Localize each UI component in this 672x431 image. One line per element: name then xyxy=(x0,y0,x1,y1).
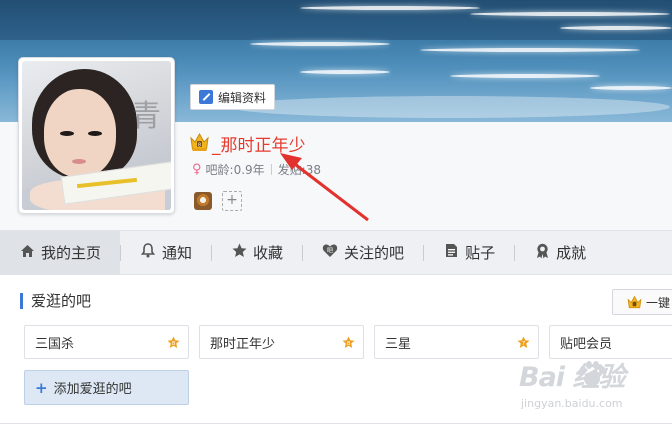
tab-posts-label: 贴子 xyxy=(465,244,496,262)
tab-my-home-label: 我的主页 xyxy=(41,244,102,262)
watermark-brand: Bai 经验 xyxy=(519,362,625,393)
crown-icon: 8 xyxy=(190,132,209,151)
document-icon xyxy=(443,243,459,262)
heart-bar-icon: 吧 xyxy=(322,243,338,262)
favorite-bar-item[interactable]: 三国杀 8 xyxy=(24,325,189,359)
svg-text:7: 7 xyxy=(522,341,526,347)
bell-icon xyxy=(140,243,156,262)
tab-notifications-label: 通知 xyxy=(162,244,193,262)
tab-favorites-label: 收藏 xyxy=(253,244,284,262)
tab-notifications[interactable]: 通知 xyxy=(121,231,211,274)
watermark: Bai 经验 jingyan.baidu.com xyxy=(519,355,669,417)
edit-profile-label: 编辑资料 xyxy=(218,90,267,105)
tab-followed-bars[interactable]: 吧 关注的吧 xyxy=(303,231,423,274)
tab-achievements[interactable]: 成就 xyxy=(515,231,605,274)
add-medal-icon[interactable]: + xyxy=(222,191,242,211)
avatar-brush-char: 青 xyxy=(131,99,161,134)
favorite-bar-name: 贴吧会员 xyxy=(560,336,613,352)
one-key-sign-button[interactable]: 一键 xyxy=(612,289,672,315)
favorite-bar-item[interactable]: 贴吧会员 xyxy=(549,325,672,359)
paw-logo-icon xyxy=(580,361,605,386)
favorite-bar-name: 三星 xyxy=(385,336,412,352)
female-icon: ♀ xyxy=(192,162,202,177)
profile-meta: ♀ 吧龄:0.9年 发贴:38 xyxy=(192,161,321,178)
tab-posts[interactable]: 贴子 xyxy=(424,231,514,274)
level-badge-icon: 8 xyxy=(342,336,355,349)
tab-my-home[interactable]: 我的主页 xyxy=(0,231,121,274)
svg-text:8: 8 xyxy=(172,341,176,347)
username[interactable]: _那时正年少 xyxy=(212,131,306,156)
home-icon xyxy=(19,244,35,262)
svg-text:吧: 吧 xyxy=(327,248,333,255)
watermark-url: jingyan.baidu.com xyxy=(521,397,623,410)
plus-icon: + xyxy=(35,378,48,397)
level-badge-icon: 8 xyxy=(167,336,180,349)
bar-age: 吧龄:0.9年 xyxy=(205,163,265,177)
level-badge-icon: 7 xyxy=(517,336,530,349)
favorite-bar-name: 那时正年少 xyxy=(210,336,276,352)
star-icon xyxy=(231,243,247,262)
avatar[interactable]: 青 xyxy=(18,57,175,214)
svg-text:8: 8 xyxy=(347,341,351,347)
award-icon xyxy=(534,243,550,263)
edit-icon xyxy=(199,90,213,104)
add-favorite-bar-label: 添加爱逛的吧 xyxy=(53,382,132,397)
favorite-bar-item[interactable]: 三星 7 xyxy=(374,325,539,359)
tab-followed-bars-label: 关注的吧 xyxy=(344,244,405,262)
svg-text:8: 8 xyxy=(198,142,201,148)
edit-profile-button[interactable]: 编辑资料 xyxy=(190,84,276,110)
profile-nav: 我的主页 通知 收藏 吧 关注的吧 贴子 成就 xyxy=(0,230,672,275)
add-favorite-bar-button[interactable]: + 添加爱逛的吧 xyxy=(24,370,189,405)
favorite-bar-name: 三国杀 xyxy=(35,336,75,352)
favorite-bar-item[interactable]: 那时正年少 8 xyxy=(199,325,364,359)
tab-achievements-label: 成就 xyxy=(556,244,587,262)
post-count: 发贴:38 xyxy=(277,163,321,177)
crown-icon xyxy=(627,295,642,308)
one-key-label: 一键 xyxy=(646,295,671,310)
tab-favorites[interactable]: 收藏 xyxy=(212,231,302,274)
medal-icon[interactable] xyxy=(194,192,212,210)
favorites-title: 爱逛的吧 xyxy=(20,293,91,309)
